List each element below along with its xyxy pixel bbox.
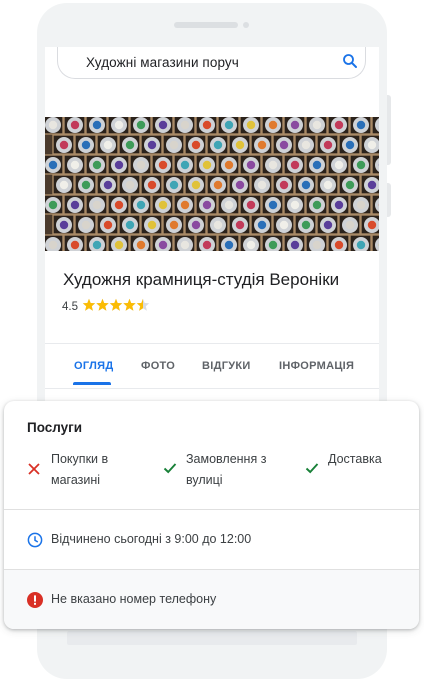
business-name: Художня крамниця-студія Вероніки (63, 270, 340, 289)
tab-overview[interactable]: ОГЛЯД (74, 360, 113, 372)
star-icon (123, 298, 136, 311)
divider (4, 509, 419, 510)
maps-listing-screen: Художні магазини поруч Художня крамниця-… (45, 47, 379, 407)
search-query[interactable]: Художні магазини поруч (86, 55, 239, 70)
business-photo[interactable] (45, 117, 379, 251)
no-phone-number-text: Не вказано номер телефону (51, 592, 217, 606)
service-label: Замовлення з (186, 452, 267, 466)
search-bar[interactable]: Художні магазини поруч (57, 47, 366, 79)
service-label: Доставка (328, 452, 382, 466)
phone-camera (243, 22, 249, 28)
cross-icon (28, 463, 40, 475)
phone-notice-row: Не вказано номер телефону (4, 570, 419, 629)
check-icon (305, 463, 319, 474)
phone-side-button (387, 95, 391, 165)
star-icon (136, 298, 150, 311)
service-curbside-pickup: Замовлення з вулиці (186, 449, 266, 491)
service-label: магазині (51, 473, 101, 487)
star-icon (82, 298, 96, 311)
tab-bar: ОГЛЯД ФОТО ВІДГУКИ ІНФОРМАЦІЯ (45, 343, 379, 389)
star-rating (82, 298, 150, 311)
services-title: Послуги (27, 420, 83, 435)
service-label: Покупки в (51, 452, 109, 466)
tab-photos[interactable]: ФОТО (141, 360, 175, 372)
info-card: Послуги Покупки в магазині Замовлення з … (4, 401, 419, 629)
check-icon (163, 463, 177, 474)
star-icon (96, 298, 109, 311)
search-icon[interactable] (341, 52, 359, 70)
alert-icon (27, 592, 43, 608)
opening-hours: Відчинено сьогодні з 9:00 до 12:00 (51, 532, 252, 546)
tab-info[interactable]: ІНФОРМАЦІЯ (279, 360, 354, 372)
rating-value: 4.5 (62, 301, 78, 313)
tab-reviews[interactable]: ВІДГУКИ (202, 360, 251, 372)
phone-side-button (387, 183, 391, 217)
service-label: вулиці (186, 473, 223, 487)
phone-speaker (174, 22, 238, 28)
clock-icon (27, 532, 43, 548)
service-in-store-shopping: Покупки в магазині (51, 449, 108, 491)
phone-bottom-bar (67, 631, 357, 645)
service-delivery: Доставка (328, 449, 382, 470)
star-icon (109, 298, 123, 311)
active-tab-indicator (73, 382, 111, 385)
